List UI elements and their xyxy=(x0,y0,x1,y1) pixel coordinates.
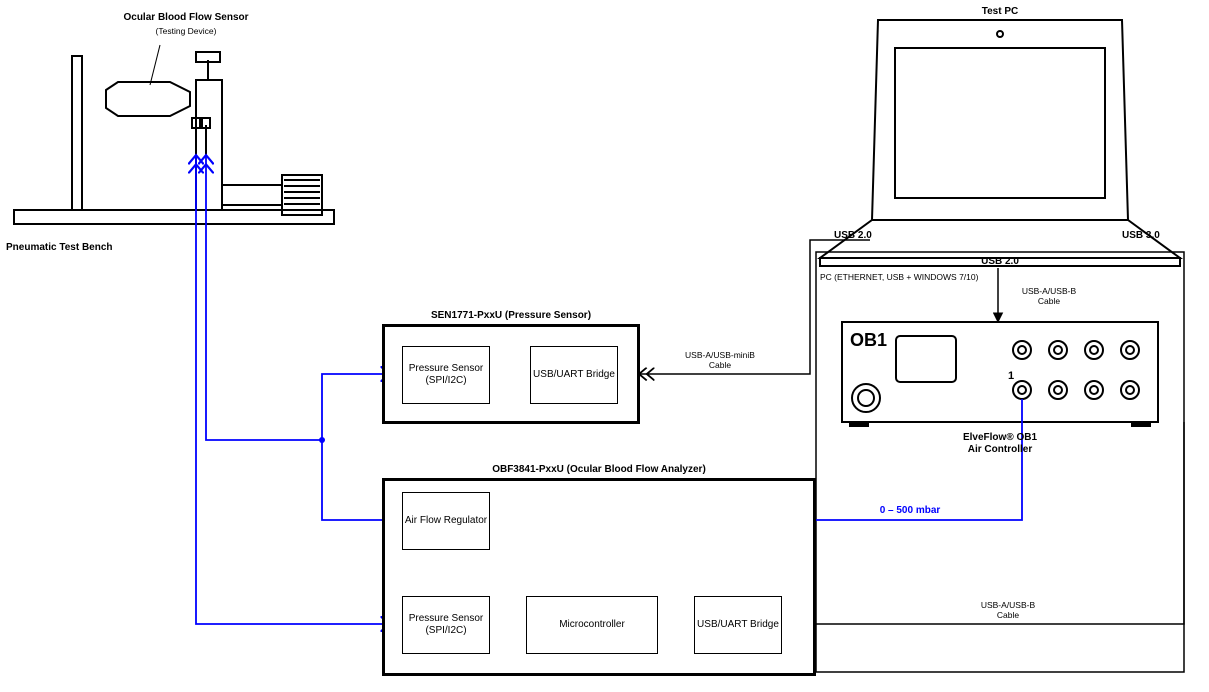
pc-usb20-left: USB 2.0 xyxy=(834,230,872,242)
ob1-caption: ElveFlow® OB1 Air Controller xyxy=(940,432,1060,456)
obf3841-title: OBF3841-PxxU (Ocular Blood Flow Analyzer… xyxy=(382,464,816,476)
pc-usb20-bottom: USB 2.0 xyxy=(940,256,1060,268)
sen1771-title: SEN1771-PxxU (Pressure Sensor) xyxy=(382,310,640,322)
sen1771-cable-label: USB-A/USB-miniB Cable xyxy=(660,350,780,370)
air-range-label: 0 – 500 mbar xyxy=(850,505,970,517)
sensor-title: Ocular Blood Flow Sensor xyxy=(96,12,276,24)
sen1771-bridge: USB/UART Bridge xyxy=(530,346,618,404)
sensor-subtitle: (Testing Device) xyxy=(96,26,276,36)
obf3841-airflow-reg: Air Flow Regulator xyxy=(402,492,490,550)
pc-title: Test PC xyxy=(940,6,1060,18)
pc-usb30-right: USB 3.0 xyxy=(1122,230,1160,242)
obf3841-cable-label: USB-A/USB-B Cable xyxy=(948,600,1068,620)
pc-req-label: PC (ETHERNET, USB + WINDOWS 7/10) xyxy=(820,272,978,282)
obf3841-bridge: USB/UART Bridge xyxy=(694,596,782,654)
ob1-brand: OB1 xyxy=(850,330,887,352)
obf3841-pressure-sensor: Pressure Sensor (SPI/I2C) xyxy=(402,596,490,654)
test-bench-drawing xyxy=(14,52,334,224)
bench-label: Pneumatic Test Bench xyxy=(6,242,113,254)
ob1-port1: 1 xyxy=(1008,370,1014,383)
sen1771-pressure-sensor: Pressure Sensor (SPI/I2C) xyxy=(402,346,490,404)
pc-cable-label: USB-A/USB-B Cable xyxy=(1004,286,1094,306)
obf3841-microcontroller: Microcontroller xyxy=(526,596,658,654)
ob1-drawing xyxy=(842,322,1158,426)
